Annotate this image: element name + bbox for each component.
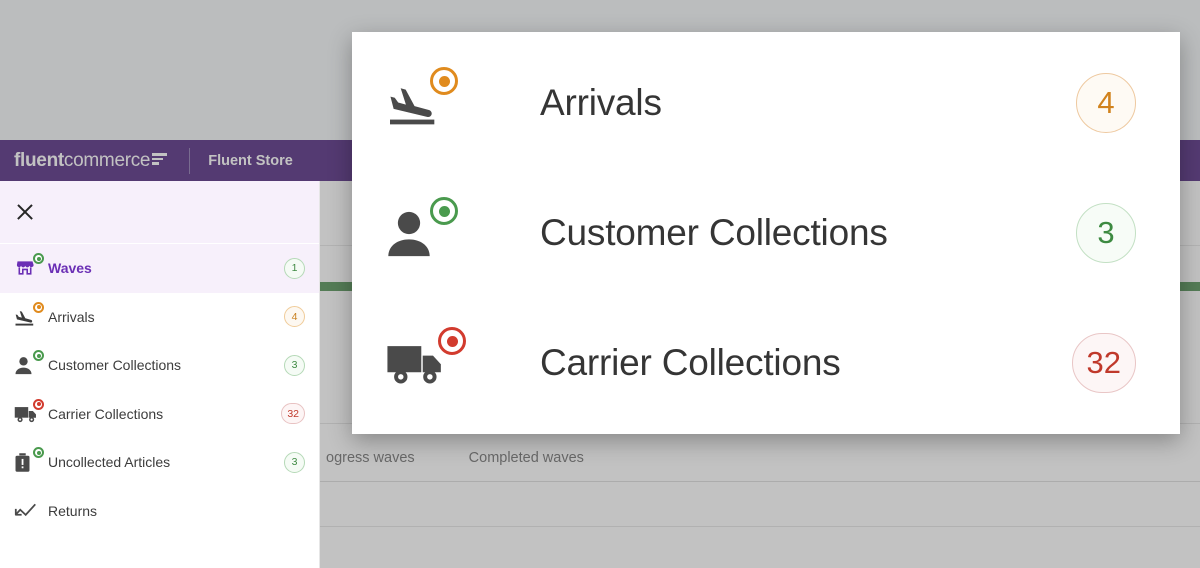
sidebar-item-label: Returns: [48, 502, 98, 519]
plane-landing-icon: [382, 67, 486, 139]
sidebar-item-label: Carrier Collections: [48, 405, 164, 422]
sidebar-item-badge: 32: [281, 403, 305, 425]
modal-row-label: Arrivals: [540, 82, 662, 123]
sidebar-item-label: Uncollected Articles: [48, 454, 171, 471]
status-ring-green: [430, 197, 458, 225]
person-icon: [382, 197, 486, 269]
person-icon: [14, 350, 48, 378]
sidebar-item-badge: 3: [284, 451, 305, 473]
sidebar-item-returns[interactable]: Returns: [0, 487, 319, 536]
sidebar-item-label: Waves: [48, 260, 92, 277]
sidebar-drawer: Waves 1 Arrivals 4 Customer Collections …: [0, 181, 320, 568]
sidebar-item-badge: 1: [284, 257, 305, 279]
modal-row-arrivals[interactable]: Arrivals 4: [382, 38, 1136, 168]
modal-row-customer-collections[interactable]: Customer Collections 3: [382, 168, 1136, 298]
status-dot-red: [33, 398, 44, 410]
sidebar-item-label: Arrivals: [48, 308, 95, 325]
sidebar-item-carrier-collections[interactable]: Carrier Collections 32: [0, 390, 319, 439]
sidebar-item-arrivals[interactable]: Arrivals 4: [0, 293, 319, 342]
status-ring-red: [438, 327, 466, 355]
modal-row-count-badge: 3: [1076, 203, 1136, 263]
sidebar-item-waves[interactable]: Waves 1: [0, 244, 319, 293]
collections-modal: Arrivals 4 Customer Collections 3 Carrie…: [352, 32, 1180, 434]
sidebar-item-label: Customer Collections: [48, 357, 182, 374]
sidebar-close-row: [0, 181, 319, 244]
truck-icon: [14, 398, 48, 427]
sidebar-item-badge: 3: [284, 354, 305, 376]
status-dot-green: [33, 447, 44, 459]
modal-row-carrier-collections[interactable]: Carrier Collections 32: [382, 298, 1136, 428]
status-dot-green: [33, 253, 44, 265]
status-dot-green: [33, 350, 44, 362]
plane-landing-icon: [14, 301, 48, 330]
return-arrow-icon: [14, 498, 48, 524]
modal-row-label: Carrier Collections: [540, 342, 841, 383]
modal-row-count-badge: 4: [1076, 73, 1136, 133]
parcel-alert-icon: [14, 447, 48, 475]
close-icon[interactable]: [14, 201, 36, 223]
truck-icon: [382, 327, 486, 399]
app-root: fluent commerce Fluent Store ogress waves…: [0, 0, 1200, 568]
status-ring-orange: [430, 67, 458, 95]
modal-row-count-badge: 32: [1071, 333, 1136, 393]
modal-row-label: Customer Collections: [540, 212, 888, 253]
sidebar-item-badge: 4: [284, 306, 305, 328]
sidebar-item-customer-collections[interactable]: Customer Collections 3: [0, 341, 319, 390]
store-icon: [14, 253, 48, 281]
sidebar-item-uncollected-articles[interactable]: Uncollected Articles 3: [0, 438, 319, 487]
status-dot-orange: [33, 301, 44, 313]
